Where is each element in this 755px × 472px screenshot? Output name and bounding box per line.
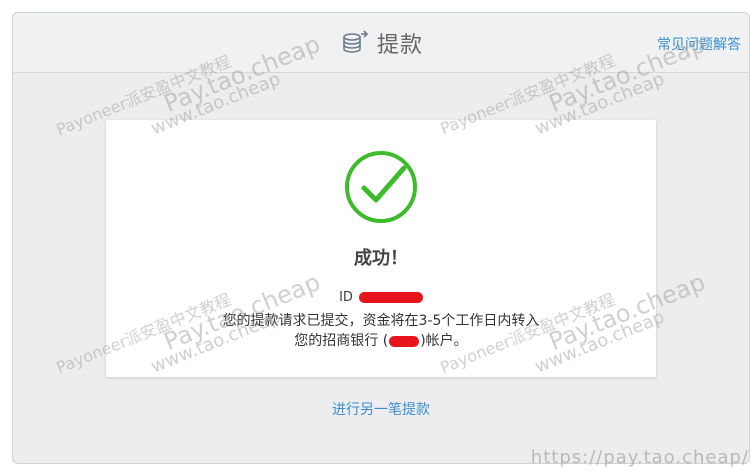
redacted-id <box>358 292 423 303</box>
success-card: 成功！ ID 您的提款请求已提交，资金将在3-5个工作日内转入 您的招商银行 (… <box>106 120 656 377</box>
watermark-url: https://pay.tao.cheap/ <box>530 447 749 468</box>
transaction-id: ID <box>106 290 656 308</box>
another-withdrawal-link[interactable]: 进行另一笔提款 <box>13 399 749 419</box>
success-title: 成功！ <box>354 248 408 269</box>
bank-suffix: )帐户。 <box>420 333 468 349</box>
redacted-bank-account <box>389 335 420 347</box>
faq-link[interactable]: 常见问题解答 <box>657 34 741 54</box>
checkmark-circle-icon <box>345 151 417 223</box>
header-title-group: 提款 <box>341 25 423 61</box>
panel-header: 提款 常见问题解答 <box>13 13 749 73</box>
page-title: 提款 <box>377 33 424 58</box>
bank-prefix: 您的招商银行 ( <box>294 333 389 349</box>
confirmation-message-line2: 您的招商银行 ( )帐户。 <box>106 330 656 350</box>
coins-icon <box>343 30 369 53</box>
confirmation-message-line1: 您的提款请求已提交，资金将在3-5个工作日内转入 <box>222 313 540 329</box>
withdrawal-panel: 提款 常见问题解答 成功！ ID 您的提款请求已提交，资金将在3-5个工作日内转… <box>12 12 750 464</box>
id-label: ID <box>339 290 353 305</box>
